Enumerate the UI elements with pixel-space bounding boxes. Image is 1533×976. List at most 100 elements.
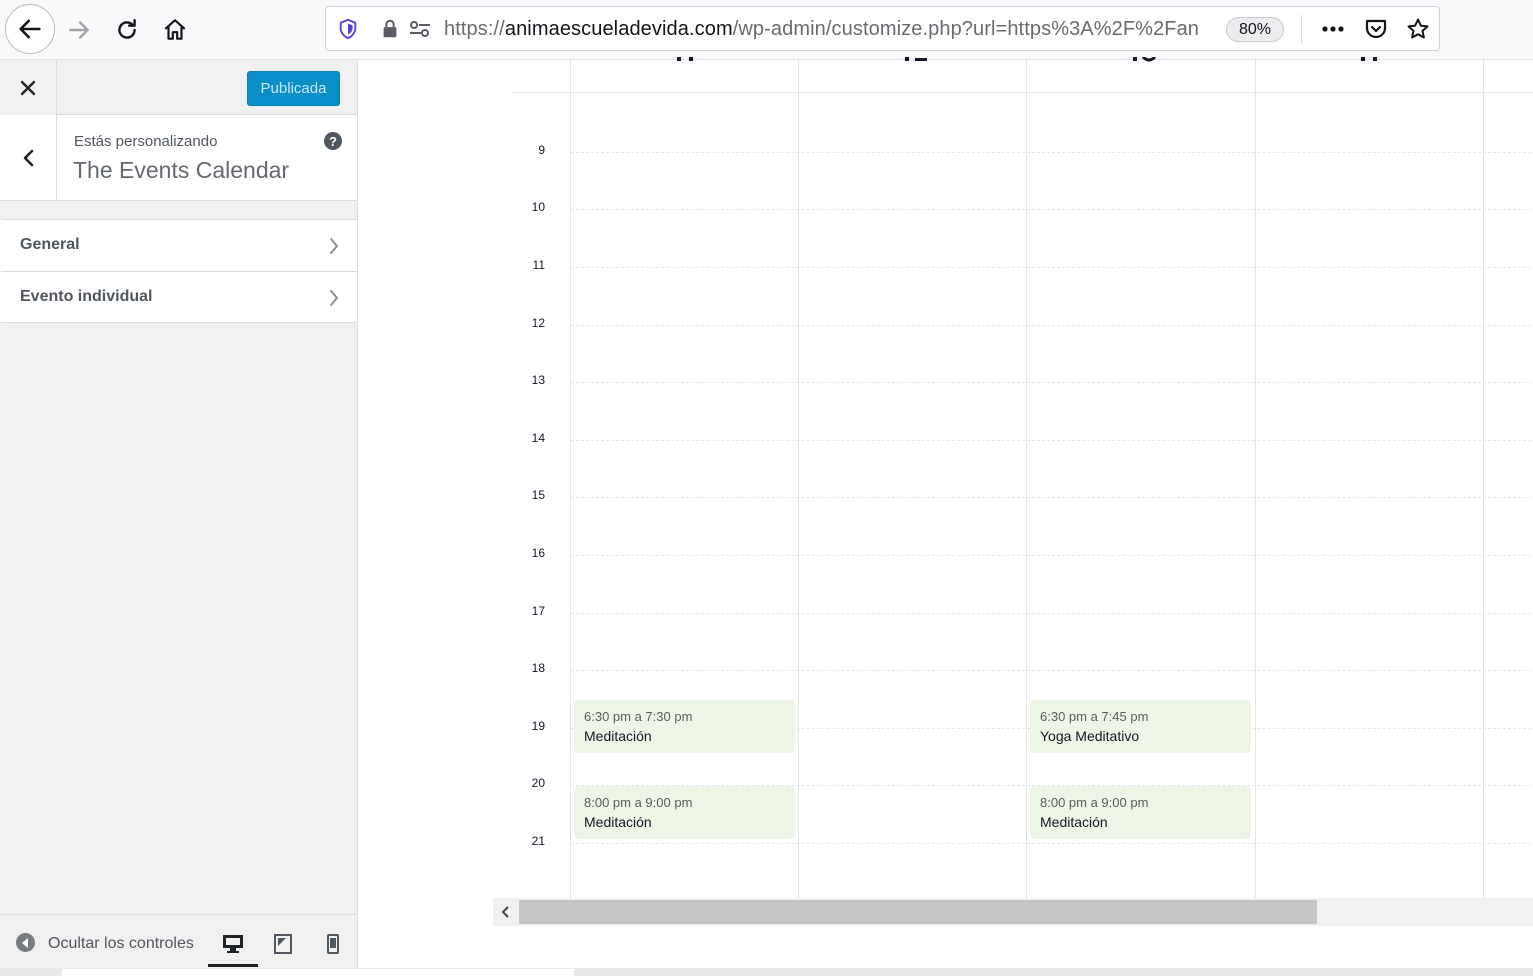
preview-mobile-button[interactable] — [317, 929, 349, 959]
day-number-fragment — [901, 54, 935, 64]
mobile-icon — [327, 934, 339, 954]
hour-row: 9 — [519, 143, 1533, 163]
hour-row: 14 — [519, 431, 1533, 451]
home-icon — [164, 19, 186, 40]
arrow-left-icon — [19, 19, 41, 39]
arrow-right-icon — [69, 21, 89, 39]
preview-tablet-button[interactable] — [267, 929, 299, 959]
section-label: General — [20, 236, 80, 253]
hour-gridline — [571, 440, 1531, 441]
home-button[interactable] — [153, 8, 197, 52]
url-path: /wp-admin/customize.php?url=https%3A%2F%… — [732, 18, 1200, 40]
scroll-left-button[interactable] — [493, 898, 519, 926]
tracking-protection-shield-icon[interactable] — [336, 17, 360, 41]
chevron-right-icon — [330, 238, 338, 254]
customizer-header: Publicada — [0, 60, 357, 115]
event-title[interactable]: Meditación — [584, 728, 652, 744]
scrollbar-thumb[interactable] — [519, 900, 1317, 924]
calendar-event[interactable]: 8:00 pm a 9:00 pm Meditación — [1030, 786, 1251, 839]
day-number-fragment — [1357, 54, 1391, 64]
hour-label: 11 — [532, 258, 545, 272]
tablet-icon — [274, 934, 292, 954]
section-evento-individual[interactable]: Evento individual — [0, 271, 357, 323]
close-customizer-button[interactable] — [0, 60, 57, 115]
hour-label: 14 — [531, 431, 545, 445]
site-preview: 9 10 11 12 13 14 15 16 17 18 19 20 21 6:… — [359, 55, 1533, 976]
day-column-divider — [798, 60, 799, 898]
back-to-panels-button[interactable] — [0, 115, 57, 200]
hour-gridline — [571, 843, 1531, 844]
calendar-event[interactable]: 6:30 pm a 7:45 pm Yoga Meditativo — [1030, 700, 1251, 753]
event-time: 8:00 pm a 9:00 pm — [584, 795, 693, 810]
hour-label: 17 — [531, 604, 545, 618]
collapse-sidebar-icon[interactable] — [16, 933, 35, 952]
day-column-divider — [1026, 60, 1027, 898]
hour-gridline — [571, 209, 1531, 210]
forward-button[interactable] — [57, 8, 101, 52]
hour-label: 20 — [531, 776, 545, 790]
hour-row: 18 — [519, 661, 1533, 681]
permissions-icon[interactable] — [408, 17, 432, 41]
section-label: Evento individual — [20, 288, 153, 305]
lock-icon[interactable] — [378, 17, 402, 41]
help-icon[interactable]: ? — [324, 132, 342, 150]
hour-gridline — [571, 267, 1531, 268]
section-general[interactable]: General — [0, 219, 357, 271]
pocket-icon[interactable] — [1364, 17, 1388, 41]
hour-label: 13 — [531, 373, 545, 387]
publish-button[interactable]: Publicada — [247, 71, 340, 106]
url-text[interactable]: https://animaescueladevida.com/wp-admin/… — [444, 18, 1214, 41]
calendar-event[interactable]: 6:30 pm a 7:30 pm Meditación — [574, 700, 795, 753]
desktop-icon — [223, 935, 243, 953]
calendar-event[interactable]: 8:00 pm a 9:00 pm Meditación — [574, 786, 795, 839]
hour-gridline — [571, 613, 1531, 614]
more-actions-icon[interactable] — [1321, 17, 1345, 41]
zoom-indicator[interactable]: 80% — [1226, 17, 1284, 42]
reload-button[interactable] — [105, 8, 149, 52]
event-time: 6:30 pm a 7:30 pm — [584, 709, 693, 724]
event-time: 8:00 pm a 9:00 pm — [1040, 795, 1149, 810]
bottom-edge-bar — [0, 968, 1533, 976]
hour-row: 12 — [519, 316, 1533, 336]
hour-gridline — [571, 382, 1531, 383]
collapse-sidebar-button[interactable]: Ocultar los controles — [48, 935, 194, 953]
event-title[interactable]: Meditación — [1040, 814, 1108, 830]
day-column-divider — [570, 60, 571, 898]
chevron-left-icon — [23, 149, 34, 166]
hour-gridline — [571, 555, 1531, 556]
hour-label: 15 — [531, 488, 545, 502]
url-bar-divider — [1301, 15, 1302, 43]
event-title[interactable]: Meditación — [584, 814, 652, 830]
panel-title: The Events Calendar — [73, 157, 290, 183]
hour-label: 19 — [531, 719, 545, 733]
day-column-divider — [1255, 60, 1256, 898]
address-bar[interactable]: https://animaescueladevida.com/wp-admin/… — [325, 6, 1440, 51]
day-number-fragment — [1129, 54, 1163, 64]
hour-row: 15 — [519, 488, 1533, 508]
event-title[interactable]: Yoga Meditativo — [1040, 728, 1139, 744]
reload-icon — [118, 19, 136, 39]
hour-label: 9 — [538, 143, 545, 157]
calendar-header-divider — [512, 92, 1533, 93]
hour-gridline — [571, 670, 1531, 671]
hour-label: 10 — [531, 200, 545, 214]
day-number-fragment — [673, 54, 707, 64]
back-button[interactable] — [5, 4, 55, 54]
hour-label: 21 — [531, 834, 545, 848]
close-icon — [21, 80, 35, 95]
hour-row: 13 — [519, 373, 1533, 393]
customizing-label: Estás personalizando — [74, 133, 218, 150]
horizontal-scrollbar[interactable] — [493, 898, 1533, 926]
hour-label: 12 — [531, 316, 545, 330]
hour-row: 17 — [519, 604, 1533, 624]
bookmark-star-icon[interactable] — [1406, 17, 1430, 41]
chevron-left-icon — [502, 906, 509, 918]
hour-label: 16 — [531, 546, 545, 560]
url-host: animaescueladevida.com — [504, 18, 733, 40]
hour-row: 16 — [519, 546, 1533, 566]
preview-desktop-button[interactable] — [217, 929, 249, 959]
customizer-footer: Ocultar los controles — [0, 914, 357, 976]
customizer-sidebar: Publicada Estás personalizando The Event… — [0, 60, 358, 976]
active-device-indicator — [208, 964, 258, 967]
hour-gridline — [571, 325, 1531, 326]
